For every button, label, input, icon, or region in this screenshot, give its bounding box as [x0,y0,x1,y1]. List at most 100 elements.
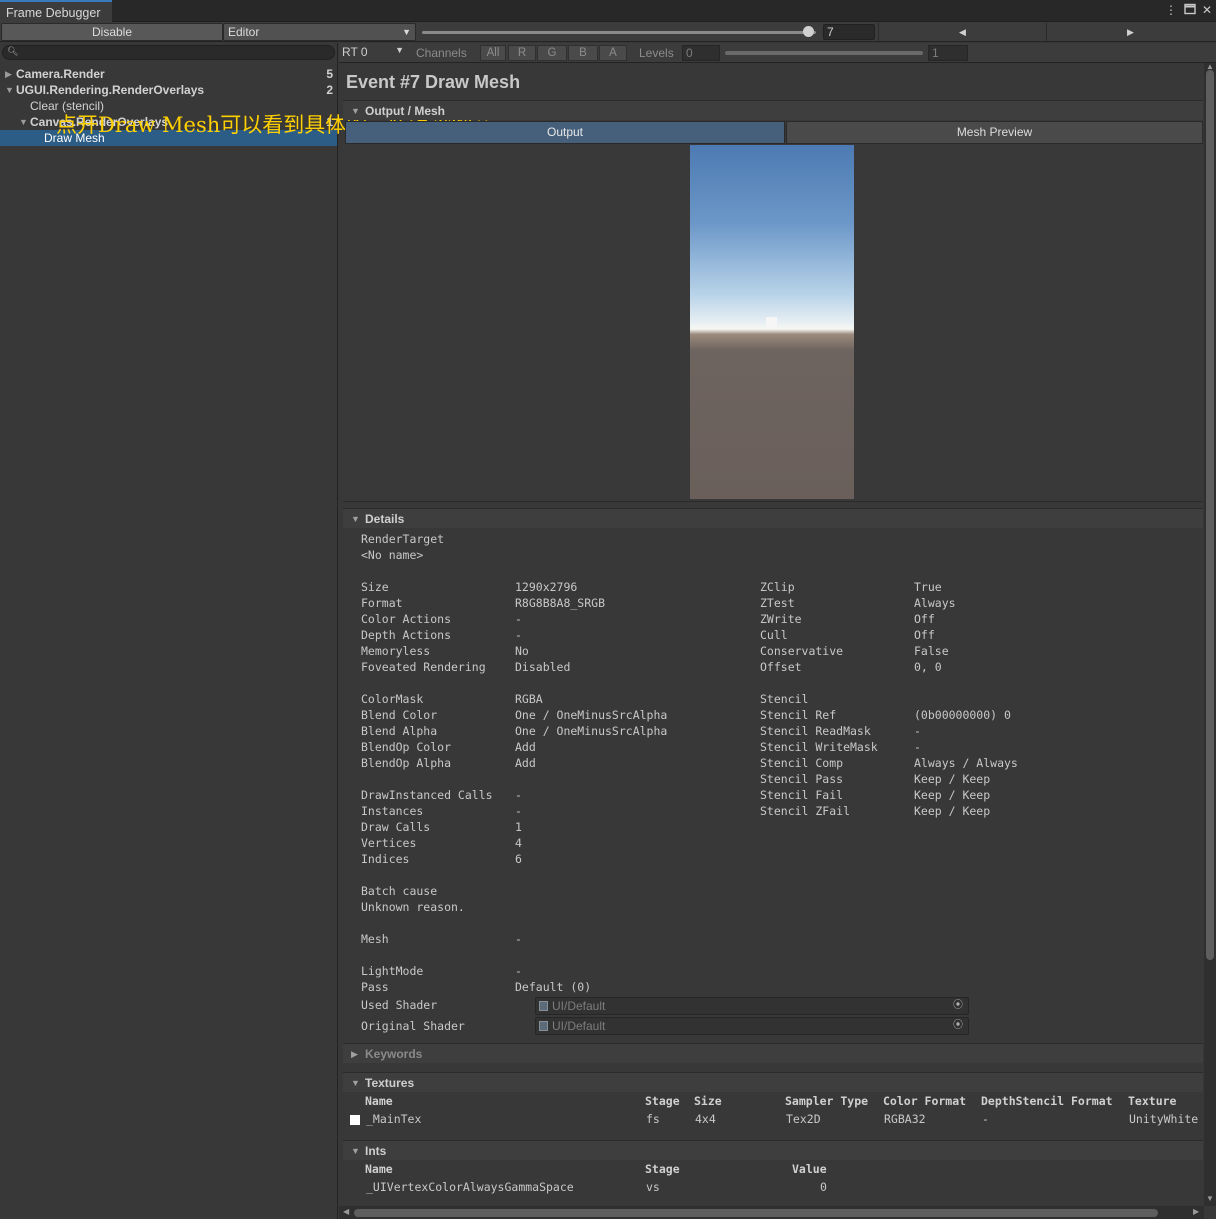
vertical-ellipsis-icon[interactable]: ⋮ [1164,3,1178,17]
tab-output[interactable]: Output [345,121,785,144]
detail-value: Off [914,628,935,642]
section-title: Keywords [365,1047,423,1061]
levels-min-field[interactable]: 0 [682,45,720,61]
section-ints[interactable]: ▼ Ints [343,1140,1203,1160]
detail-label: Size [361,580,389,594]
detail-value: 6 [515,852,522,866]
detail-label: ZClip [760,580,795,594]
render-target-dropdown[interactable]: RT 0 ▼ [341,45,407,61]
event-index-field[interactable]: 7 [823,24,875,40]
target-dropdown[interactable]: Editor ▼ [223,23,416,41]
original-shader-value: UI/Default [552,1019,606,1033]
pass-label: Pass [361,980,389,994]
disable-button[interactable]: Disable [1,23,223,41]
search-input[interactable]: 🔍︎ [2,45,335,60]
render-target-value: <No name> [361,548,424,562]
triangle-down-icon: ▼ [351,106,360,116]
detail-value: False [914,644,949,658]
textures-header-color-format: Color Format [883,1094,967,1108]
scroll-right-icon[interactable]: ▶ [1193,1207,1199,1216]
event-slider[interactable] [422,31,816,34]
section-details[interactable]: ▼ Details [343,508,1203,528]
triangle-right-icon: ▶ [1127,27,1134,37]
detail-value: - [515,804,522,818]
detail-value: 4 [515,836,522,850]
int-stage: vs [646,1180,660,1194]
detail-label: Blend Alpha [361,724,438,738]
levels-slider[interactable] [725,51,923,55]
section-output-mesh[interactable]: ▼ Output / Mesh [343,100,1203,120]
scroll-left-icon[interactable]: ◀ [343,1207,349,1216]
close-icon[interactable]: ✕ [1200,3,1214,17]
scroll-down-icon[interactable]: ▼ [1206,1194,1214,1203]
used-shader-label: Used Shader [361,998,438,1012]
maximize-icon[interactable] [1183,3,1197,17]
section-keywords[interactable]: ▶ Keywords [343,1043,1203,1063]
int-name: _UIVertexColorAlwaysGammaSpace [366,1180,574,1194]
int-value: 0 [820,1180,827,1194]
scroll-up-icon[interactable]: ▲ [1206,62,1214,71]
detail-value: Disabled [515,660,571,674]
channel-a-button[interactable]: A [599,45,627,61]
triangle-left-icon: ◀ [959,27,966,37]
levels-label: Levels [639,46,674,60]
detail-label: Stencil [760,692,809,706]
texture-stage: fs [646,1112,660,1126]
tab-mesh-preview[interactable]: Mesh Preview [786,121,1203,144]
detail-value: Add [515,740,536,754]
detail-label: Vertices [361,836,417,850]
levels-max-field[interactable]: 1 [928,45,968,61]
detail-label: BlendOp Color [361,740,452,754]
detail-value: One / OneMinusSrcAlpha [515,724,668,738]
frame-debugger-toolbar: Disable Editor ▼ 7 ◀ ▶ [0,22,1216,42]
section-title: Textures [365,1076,415,1090]
object-picker-icon[interactable]: ⦿ [953,1018,963,1034]
triangle-down-icon[interactable]: ▼ [5,82,14,98]
object-picker-icon[interactable]: ⦿ [953,998,963,1014]
triangle-right-icon[interactable]: ▶ [5,66,12,82]
section-textures[interactable]: ▼ Textures [343,1072,1203,1092]
original-shader-field[interactable]: UI/Default ⦿ [535,1017,969,1035]
window-tab-bar: Frame Debugger ⋮ ✕ [0,0,1216,22]
detail-value: - [515,628,522,642]
ints-header-value: Value [792,1162,827,1176]
channel-all-button[interactable]: All [480,45,506,61]
detail-label: Foveated Rendering [361,660,486,674]
channel-g-button[interactable]: G [537,45,567,61]
tree-item-camera-render[interactable]: ▶ Camera.Render 5 [0,66,337,82]
search-icon: 🔍︎ [7,46,19,56]
event-slider-handle[interactable] [802,26,814,37]
lightmode-value: - [515,964,522,978]
detail-value: 1 [515,820,522,834]
textures-header-depthstencil-format: DepthStencil Format [981,1094,1113,1108]
texture-size: 4x4 [695,1112,716,1126]
detail-value: (0b00000000) 0 [914,708,1011,722]
detail-label: Blend Color [361,708,438,722]
detail-value: True [914,580,942,594]
detail-value: Always / Always [914,756,1018,770]
detail-value: - [914,724,921,738]
tree-item-count: 2 [326,83,333,97]
channel-b-button[interactable]: B [568,45,598,61]
shader-icon [539,1021,548,1031]
target-dropdown-label: Editor [228,25,260,39]
detail-label: Indices [361,852,410,866]
channel-r-button[interactable]: R [508,45,536,61]
next-event-button[interactable]: ▶ [1046,23,1214,41]
tree-item-label: Camera.Render [16,67,105,81]
detail-label: Stencil Comp [760,756,844,770]
triangle-down-icon[interactable]: ▼ [19,114,28,130]
window-tab-frame-debugger[interactable]: Frame Debugger [0,0,112,22]
used-shader-field[interactable]: UI/Default ⦿ [535,997,969,1015]
tree-item-ugui-render-overlays[interactable]: ▼ UGUI.Rendering.RenderOverlays 2 [0,82,337,98]
section-title: Ints [365,1144,387,1158]
pass-value: Default (0) [515,980,592,994]
vertical-scrollbar-thumb[interactable] [1206,70,1214,960]
texture-depth-format: - [982,1112,989,1126]
original-shader-label: Original Shader [361,1019,465,1033]
horizontal-scrollbar-thumb[interactable] [354,1209,1158,1217]
texture-thumbnail[interactable] [350,1115,360,1125]
detail-label: Stencil WriteMask [760,740,878,754]
ints-header-stage: Stage [645,1162,680,1176]
previous-event-button[interactable]: ◀ [878,23,1046,41]
